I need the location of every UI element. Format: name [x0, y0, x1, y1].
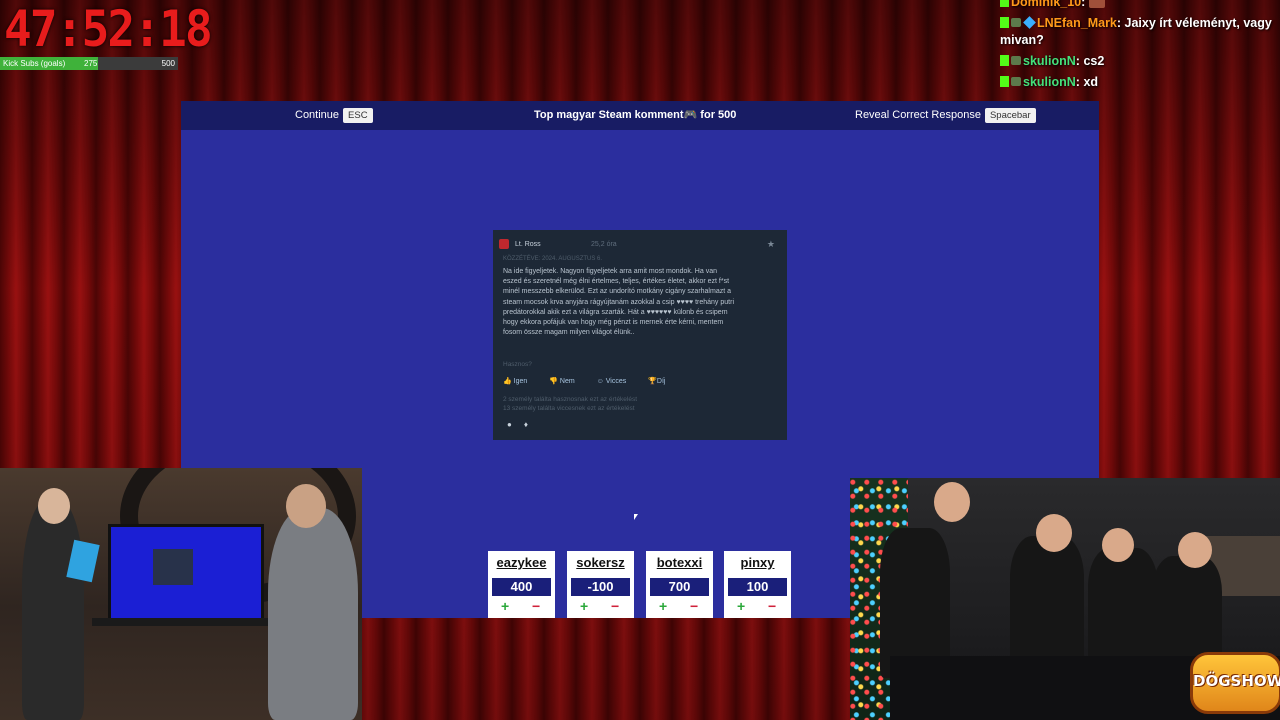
chat-username: skulionN — [1023, 54, 1076, 68]
subs-goal-bar: Kick Subs (goals) 275 500 — [0, 57, 178, 70]
tv-review-card — [153, 549, 193, 585]
vote-funny-button[interactable]: ☺ Vicces — [597, 378, 637, 385]
stage-tv — [108, 524, 264, 622]
chat-username: Dominik_10 — [1011, 0, 1082, 9]
player-score: 400 — [492, 578, 551, 596]
host-webcam — [0, 468, 362, 720]
chat-text: cs2 — [1083, 54, 1105, 68]
add-points-button[interactable]: + — [580, 598, 588, 614]
chat-message: skulionN: cs2 — [1000, 53, 1280, 70]
chat-overlay: Dominik_10: LNEfan_Mark: Jaixy írt vélem… — [1000, 0, 1280, 95]
host-head — [38, 488, 70, 524]
player-score: 700 — [650, 578, 709, 596]
gem-badge-icon — [1023, 16, 1036, 29]
subtract-points-button[interactable]: − — [532, 598, 540, 614]
player-name: eazykee — [496, 555, 547, 570]
review-text: Na ide figyeljetek. Nagyon figyeljetek a… — [503, 268, 734, 337]
add-points-button[interactable]: + — [501, 598, 509, 614]
kick-icon — [1000, 0, 1009, 7]
chat-message: skulionN: xd — [1000, 74, 1280, 91]
star-icon: ★ — [766, 239, 775, 249]
chat-message: Dominik_10: — [1000, 0, 1280, 11]
game-topbar: Continue ESC Top magyar Steam komment🎮 fo… — [181, 101, 1099, 130]
player-score: -100 — [571, 578, 630, 596]
subs-goal-target: 500 — [161, 59, 175, 68]
review-author: Lt. Ross — [515, 241, 541, 248]
award-label: Díj — [656, 378, 666, 385]
kick-icon — [1000, 17, 1009, 28]
reveal-control[interactable]: Reveal Correct Response Spacebar — [855, 107, 1036, 124]
host-person — [22, 500, 84, 720]
review-stats: 2 személy találta hasznosnak ezt az érté… — [503, 396, 637, 413]
vote-funny-label: Vicces — [605, 378, 627, 385]
subtract-points-button[interactable]: − — [690, 598, 698, 614]
player-score-card: eazykee 400 + − — [488, 551, 555, 618]
subs-goal-label: Kick Subs (goals) — [3, 59, 66, 68]
vote-no-button[interactable]: 👎 Nem — [549, 378, 584, 385]
question-title: Top magyar Steam komment🎮 for 500 — [534, 109, 737, 121]
player-name: botexxi — [656, 555, 703, 570]
chat-message: LNEfan_Mark: Jaixy írt véleményt, vagy m… — [1000, 16, 1272, 47]
contestant-head — [1036, 514, 1072, 552]
reveal-label: Reveal Correct Response — [855, 109, 981, 121]
contestant-body — [1010, 536, 1084, 676]
review-vote-buttons: 👍 Igen 👎 Nem ☺ Vicces 🏆Díj — [503, 377, 685, 385]
tv-stand — [92, 618, 272, 626]
kick-icon — [1000, 55, 1009, 66]
chat-username: LNEfan_Mark — [1037, 16, 1117, 30]
player-score: 100 — [728, 578, 787, 596]
player-name: pinxy — [740, 555, 775, 570]
steam-review-card: Lt. Ross 25,2 óra ★ KÖZZÉTÉVE: 2024. AUG… — [493, 230, 787, 440]
sub-badge-icon — [1011, 56, 1021, 65]
cohost-person — [268, 508, 358, 720]
comment-icon[interactable]: ● — [507, 420, 512, 429]
stat-funny: 13 személy találta viccesnek ezt az érté… — [503, 404, 635, 412]
player-name: sokersz — [576, 555, 625, 570]
continue-label: Continue — [295, 109, 340, 121]
subtract-points-button[interactable]: − — [768, 598, 776, 614]
spacebar-key[interactable]: Spacebar — [984, 108, 1036, 123]
emote-icon — [1088, 0, 1105, 8]
stream-timer: 47:52:18 — [4, 0, 213, 58]
player-score-card: botexxi 700 + − — [646, 551, 713, 618]
review-reaction-icons: ● ♦ — [507, 420, 540, 429]
award-button[interactable]: 🏆Díj — [648, 378, 675, 385]
review-hours: 25,2 óra — [591, 241, 617, 248]
helpful-question: Hasznos? — [503, 361, 532, 368]
player-score-card: pinxy 100 + − — [724, 551, 791, 618]
award-icon[interactable]: ♦ — [524, 420, 528, 429]
subs-current: 275 — [84, 59, 98, 68]
subtract-points-button[interactable]: − — [611, 598, 619, 614]
contestants-webcam: DÖGSHOW — [850, 478, 1280, 720]
add-points-button[interactable]: + — [659, 598, 667, 614]
mouse-cursor-icon — [634, 514, 638, 520]
review-header: Lt. Ross 25,2 óra ★ — [499, 239, 781, 251]
esc-key[interactable]: ESC — [343, 108, 373, 123]
chat-username: skulionN — [1023, 75, 1076, 89]
review-date: KÖZZÉTÉVE: 2024. AUGUSZTUS 6. — [503, 256, 603, 262]
sub-badge-icon — [1011, 77, 1021, 86]
vote-yes-label: Igen — [513, 378, 528, 385]
add-points-button[interactable]: + — [737, 598, 745, 614]
chat-text: xd — [1083, 75, 1099, 89]
dogshow-logo: DÖGSHOW — [1190, 652, 1280, 714]
contestant-head — [1178, 532, 1212, 568]
continue-control[interactable]: Continue ESC — [295, 107, 373, 124]
contestant-head — [934, 482, 970, 522]
thumbs-down-icon — [499, 239, 509, 249]
vote-yes-button[interactable]: 👍 Igen — [503, 378, 537, 385]
kick-icon — [1000, 76, 1009, 87]
cohost-head — [286, 484, 326, 528]
contestant-head — [1102, 528, 1134, 562]
player-score-card: sokersz -100 + − — [567, 551, 634, 618]
stat-helpful: 2 személy találta hasznosnak ezt az érté… — [503, 396, 638, 403]
sub-badge-icon — [1011, 18, 1021, 27]
vote-no-label: Nem — [559, 378, 575, 385]
